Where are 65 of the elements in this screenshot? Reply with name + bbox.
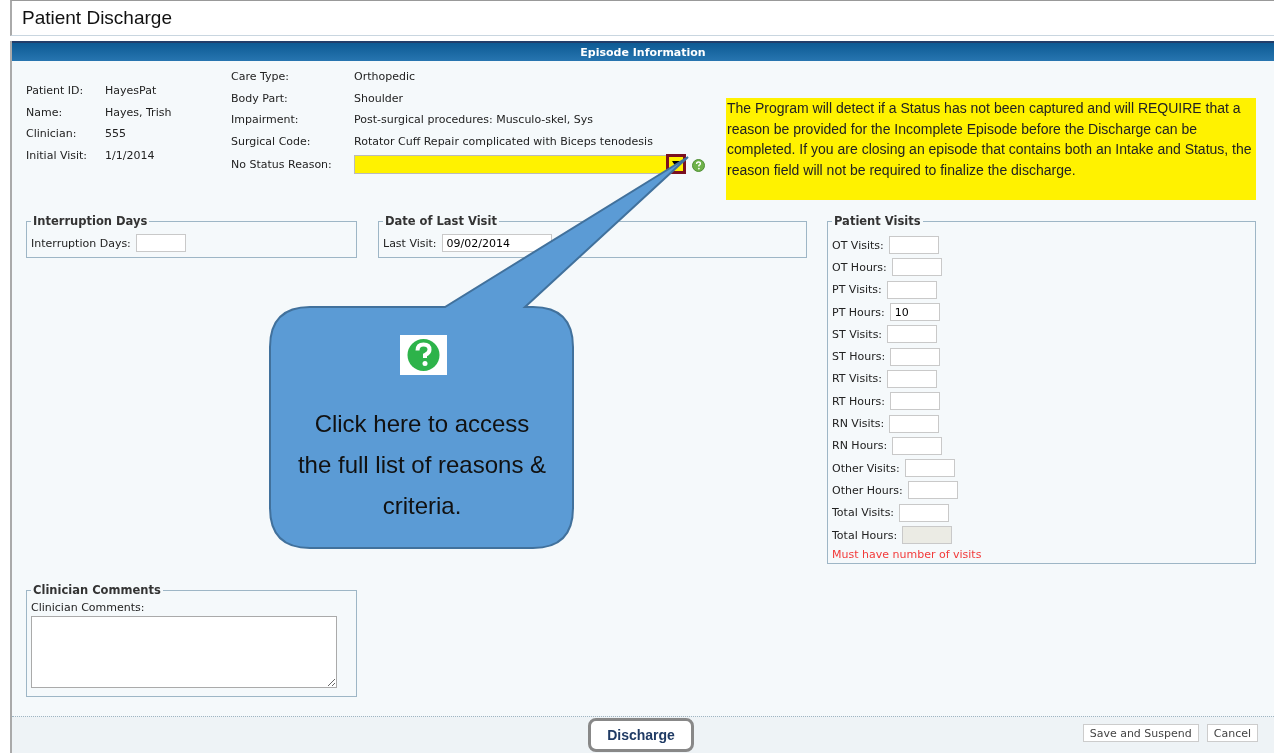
input-field[interactable]	[888, 236, 939, 255]
field-value: Post-surgical procedures: Musculo-skel, Sys	[354, 113, 594, 127]
help-icon	[400, 335, 447, 375]
field-label: Initial Visit:	[26, 148, 89, 162]
field-value: Rotator Cuff Repair complicated with Biceps tenodesis	[354, 134, 653, 148]
input-field[interactable]	[887, 325, 938, 344]
field-label: RT Hours:	[832, 394, 885, 408]
date-field[interactable]: 09/02/2014	[441, 234, 552, 252]
field-label: OT Hours:	[832, 260, 887, 274]
panel-legend: Date of Last Visit	[383, 214, 499, 228]
field-value: Shoulder	[354, 91, 403, 105]
field-label: Impairment:	[231, 113, 300, 127]
input-field[interactable]	[886, 280, 937, 299]
field-label: PT Hours:	[832, 305, 885, 319]
discharge-button[interactable]: Discharge	[588, 718, 694, 752]
field-label: Name:	[26, 105, 64, 119]
field-value: HayesPat	[105, 84, 157, 98]
save-suspend-button[interactable]: Save and Suspend	[1082, 724, 1199, 742]
field-value: Hayes, Trish	[105, 105, 172, 119]
field-label: ST Visits:	[832, 327, 883, 341]
field-label: Clinician:	[26, 127, 78, 141]
field-label: Body Part:	[231, 91, 289, 105]
field-label: Patient ID:	[26, 84, 85, 98]
input-field[interactable]	[907, 481, 958, 500]
field-label: Surgical Code:	[231, 134, 312, 148]
field-label: Total Visits:	[832, 506, 895, 520]
field-label: RT Visits:	[832, 372, 882, 386]
field-value: 555	[105, 127, 126, 141]
field-label: Last Visit:	[383, 236, 437, 250]
field-label: Interruption Days:	[31, 236, 131, 250]
field-label: Clinician Comments:	[31, 601, 146, 614]
field-label: Care Type:	[231, 70, 290, 84]
field-label: No Status Reason:	[231, 158, 333, 172]
input-field[interactable]	[890, 347, 941, 366]
callout-text: Click here to access the full list of reasons & criteria.	[297, 409, 547, 521]
cancel-button[interactable]: Cancel	[1206, 724, 1258, 742]
field-value: Orthopedic	[354, 70, 416, 84]
input-field[interactable]	[892, 436, 943, 455]
help-icon[interactable]	[692, 159, 705, 173]
panel-legend: Clinician Comments	[31, 583, 163, 597]
field-label: OT Visits:	[832, 238, 884, 252]
panel-legend: Patient Visits	[832, 214, 923, 228]
input-field[interactable]	[890, 392, 940, 411]
input-field[interactable]	[889, 414, 940, 433]
input-field[interactable]	[891, 258, 942, 277]
reason-dropdown[interactable]	[354, 155, 686, 175]
input-field[interactable]	[899, 503, 950, 522]
field-value: 1/1/2014	[105, 148, 155, 162]
comments-field[interactable]	[31, 616, 337, 688]
panel-legend: Interruption Days	[31, 214, 150, 228]
field-label: RN Hours:	[832, 439, 888, 453]
error-text: Must have number of visits	[832, 548, 983, 562]
note-text: The Program will detect if a Status has not been captured and will REQUIRE that a reason be provided for the Incomplete Episode before the Discharge can be completed. If you are closing an episode that contains both an Intake and Status, the reason field will not be required to finalize the discharge.	[726, 98, 1256, 200]
field-label: PT Visits:	[832, 283, 882, 297]
input-field[interactable]	[135, 234, 186, 252]
input-field[interactable]	[886, 369, 937, 388]
field-label: RN Visits:	[832, 417, 885, 430]
input-field[interactable]: 10	[889, 303, 940, 322]
field-label: Other Visits:	[832, 461, 900, 475]
field-label: Other Hours:	[832, 483, 903, 497]
page-title: Patient Discharge	[22, 7, 172, 29]
input-field[interactable]	[904, 459, 955, 478]
section-header: Episode Information	[12, 41, 1274, 61]
field-label: Total Hours:	[832, 528, 898, 542]
field-label: ST Hours:	[832, 350, 886, 364]
